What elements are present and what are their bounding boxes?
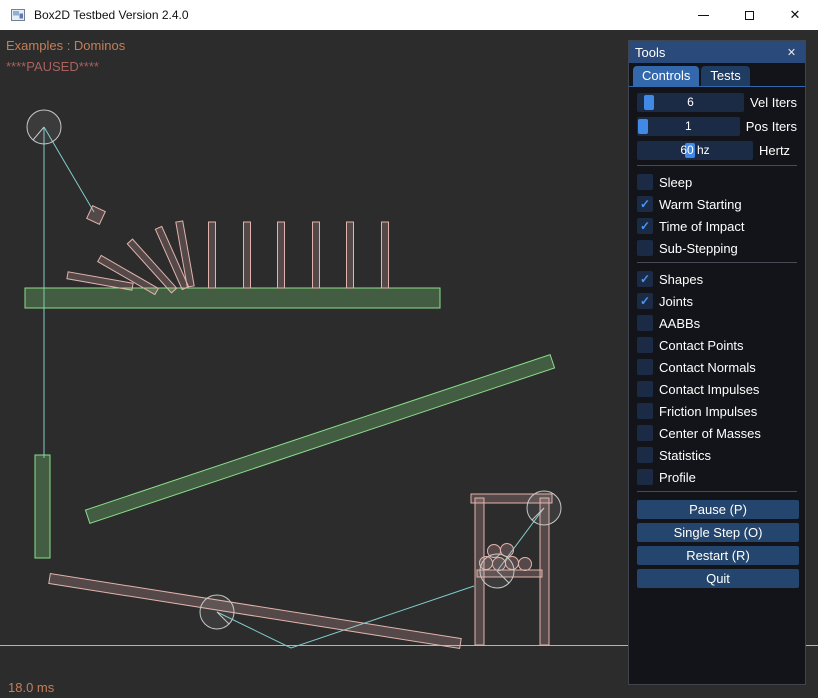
- hertz-value: 60 hz: [637, 141, 753, 160]
- tab-tests[interactable]: Tests: [701, 66, 749, 86]
- aabbs-checkbox[interactable]: ✓: [637, 315, 653, 331]
- shapes-checkbox[interactable]: ✓: [637, 271, 653, 287]
- frame-time-label: 18.0 ms: [8, 680, 54, 695]
- checkbox-label: Friction Impulses: [659, 404, 757, 419]
- window-title: Box2D Testbed Version 2.4.0: [34, 8, 680, 22]
- time-of-impact-checkbox[interactable]: ✓: [637, 218, 653, 234]
- separator: [637, 491, 797, 492]
- separator: [637, 262, 797, 263]
- pos-iters-slider[interactable]: 1: [637, 117, 740, 136]
- check-icon: ✓: [640, 218, 650, 234]
- maximize-icon: [745, 11, 754, 20]
- checkbox-row-friction-impulses: ✓ Friction Impulses: [637, 403, 797, 419]
- checkbox-label: Profile: [659, 470, 696, 485]
- maximize-button[interactable]: [726, 0, 772, 30]
- pause-button[interactable]: Pause (P): [637, 500, 799, 519]
- check-icon: ✓: [640, 196, 650, 212]
- app-icon: [10, 7, 26, 23]
- single-step-button[interactable]: Single Step (O): [637, 523, 799, 542]
- checkbox-row-contact-points: ✓ Contact Points: [637, 337, 797, 353]
- tools-panel: Tools ✕ Controls Tests 6 Vel Iters: [628, 40, 806, 685]
- hertz-label: Hertz: [759, 143, 790, 158]
- checkbox-label: AABBs: [659, 316, 700, 331]
- checkbox-row-time-of-impact: ✓ Time of Impact: [637, 218, 797, 234]
- checkbox-label: Center of Masses: [659, 426, 761, 441]
- friction-impulses-checkbox[interactable]: ✓: [637, 403, 653, 419]
- vel-iters-row: 6 Vel Iters: [637, 93, 797, 112]
- checkbox-row-shapes: ✓ Shapes: [637, 271, 797, 287]
- domino-shapes: [49, 206, 461, 649]
- vel-iters-label: Vel Iters: [750, 95, 797, 110]
- example-label: Examples : Dominos: [6, 38, 125, 53]
- checkbox-row-warm-starting: ✓ Warm Starting: [637, 196, 797, 212]
- sleep-checkbox[interactable]: ✓: [637, 174, 653, 190]
- checkbox-row-contact-normals: ✓ Contact Normals: [637, 359, 797, 375]
- contact-normals-checkbox[interactable]: ✓: [637, 359, 653, 375]
- minimize-icon: [698, 15, 709, 16]
- tools-tabbar: Controls Tests: [629, 63, 805, 87]
- check-icon: ✓: [640, 271, 650, 287]
- checkbox-row-contact-impulses: ✓ Contact Impulses: [637, 381, 797, 397]
- checkbox-label: Sub-Stepping: [659, 241, 738, 256]
- tools-panel-titlebar[interactable]: Tools ✕: [629, 41, 805, 63]
- simulation-canvas[interactable]: Examples : Dominos ****PAUSED**** 18.0 m…: [0, 30, 818, 698]
- pos-iters-value: 1: [637, 117, 740, 136]
- checkbox-label: Shapes: [659, 272, 703, 287]
- checkbox-label: Contact Points: [659, 338, 744, 353]
- center-of-masses-checkbox[interactable]: ✓: [637, 425, 653, 441]
- pos-iters-label: Pos Iters: [746, 119, 797, 134]
- profile-checkbox[interactable]: ✓: [637, 469, 653, 485]
- checkbox-row-sub-stepping: ✓ Sub-Stepping: [637, 240, 797, 256]
- checkbox-row-center-of-masses: ✓ Center of Masses: [637, 425, 797, 441]
- checkbox-label: Time of Impact: [659, 219, 744, 234]
- tab-controls[interactable]: Controls: [633, 66, 699, 86]
- restart-button[interactable]: Restart (R): [637, 546, 799, 565]
- tools-close-icon[interactable]: ✕: [784, 45, 799, 60]
- checkbox-label: Sleep: [659, 175, 692, 190]
- checkbox-row-aabbs: ✓ AABBs: [637, 315, 797, 331]
- titlebar: Box2D Testbed Version 2.4.0 ✕: [0, 0, 818, 30]
- hertz-row: 60 hz Hertz: [637, 141, 797, 160]
- close-icon: ✕: [790, 7, 801, 23]
- contact-points-checkbox[interactable]: ✓: [637, 337, 653, 353]
- check-icon: ✓: [640, 293, 650, 309]
- warm-starting-checkbox[interactable]: ✓: [637, 196, 653, 212]
- close-button[interactable]: ✕: [772, 0, 818, 30]
- vel-iters-slider[interactable]: 6: [637, 93, 744, 112]
- minimize-button[interactable]: [680, 0, 726, 30]
- statistics-checkbox[interactable]: ✓: [637, 447, 653, 463]
- checkbox-label: Warm Starting: [659, 197, 742, 212]
- checkbox-row-profile: ✓ Profile: [637, 469, 797, 485]
- app-window: Box2D Testbed Version 2.4.0 ✕: [0, 0, 818, 698]
- quit-button[interactable]: Quit: [637, 569, 799, 588]
- separator: [637, 165, 797, 166]
- contact-impulses-checkbox[interactable]: ✓: [637, 381, 653, 397]
- paused-label: ****PAUSED****: [6, 59, 99, 74]
- checkbox-row-joints: ✓ Joints: [637, 293, 797, 309]
- checkbox-label: Contact Impulses: [659, 382, 759, 397]
- checkbox-label: Contact Normals: [659, 360, 756, 375]
- hertz-slider[interactable]: 60 hz: [637, 141, 753, 160]
- checkbox-row-statistics: ✓ Statistics: [637, 447, 797, 463]
- tools-content: 6 Vel Iters 1 Pos Iters 60 hz: [629, 87, 805, 588]
- checkbox-row-sleep: ✓ Sleep: [637, 174, 797, 190]
- joints-checkbox[interactable]: ✓: [637, 293, 653, 309]
- sub-stepping-checkbox[interactable]: ✓: [637, 240, 653, 256]
- pos-iters-row: 1 Pos Iters: [637, 117, 797, 136]
- checkbox-label: Joints: [659, 294, 693, 309]
- tools-panel-title: Tools: [635, 45, 784, 60]
- checkbox-label: Statistics: [659, 448, 711, 463]
- vel-iters-value: 6: [637, 93, 744, 112]
